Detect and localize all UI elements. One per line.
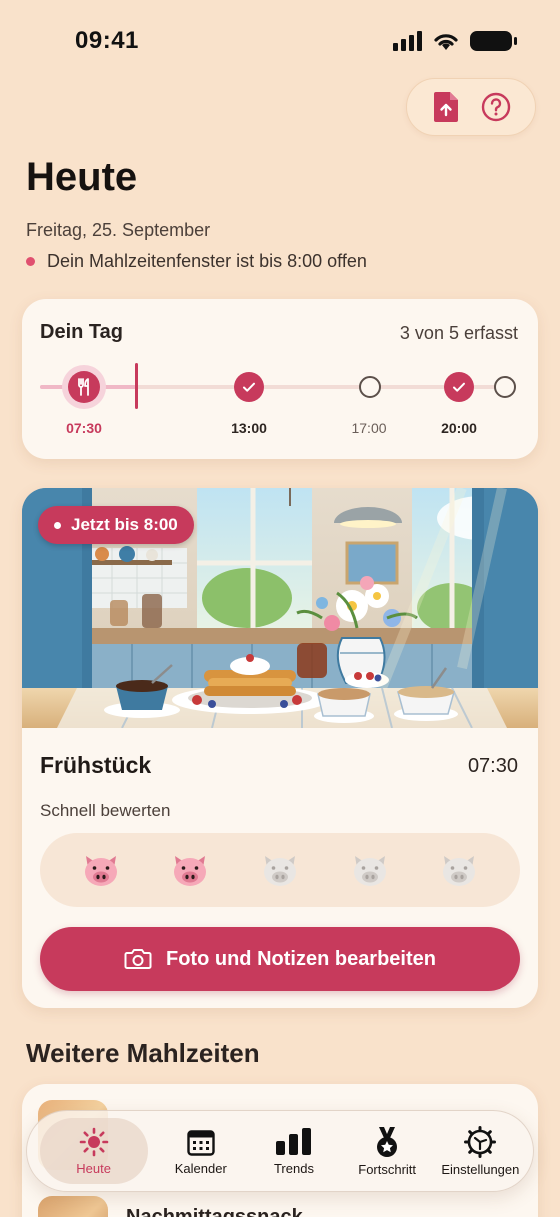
status-bar: 09:41 — [0, 0, 560, 80]
rating-pig-3[interactable] — [260, 850, 300, 890]
rating-selector — [40, 833, 520, 907]
cellular-signal-icon — [393, 31, 422, 51]
timeline-time-label: 17:00 — [351, 420, 387, 436]
help-button[interactable] — [479, 90, 513, 124]
rating-pig-1[interactable] — [81, 850, 121, 890]
tab-today[interactable]: Heute — [39, 1118, 148, 1184]
tab-label: Heute — [76, 1160, 111, 1176]
rating-pig-4[interactable] — [350, 850, 390, 890]
timeline-time-label: 07:30 — [66, 420, 102, 436]
battery-icon — [470, 31, 517, 51]
tab-label: Fortschritt — [358, 1161, 417, 1177]
pig-empty-icon — [353, 856, 386, 886]
date-label: Freitag, 25. September — [26, 220, 211, 240]
pig-filled-icon — [84, 856, 117, 886]
more-meals-title: Weitere Mahlzeiten — [26, 1038, 260, 1068]
timeline-time-label: 20:00 — [441, 420, 477, 436]
tab-trends[interactable]: Trends — [254, 1118, 334, 1184]
timeline-node-snack[interactable] — [359, 376, 381, 398]
tab-progress[interactable]: Fortschritt — [347, 1118, 427, 1184]
tab-label: Trends — [273, 1160, 314, 1176]
quick-rate-label: Schnell bewerten — [40, 801, 171, 820]
wifi-icon — [434, 34, 458, 50]
export-document-button[interactable] — [429, 90, 463, 124]
edit-photo-notes-button[interactable]: Foto und Notizen bearbeiten — [40, 927, 520, 991]
timeline-node-dinner[interactable] — [444, 372, 474, 402]
timeline-node-breakfast[interactable] — [62, 365, 106, 409]
meal-thumbnail[interactable] — [38, 1196, 108, 1217]
bar-chart-icon — [275, 1127, 311, 1155]
status-time: 09:41 — [75, 27, 139, 54]
active-now-text: Jetzt bis 8:00 — [71, 515, 178, 534]
status-dot — [26, 257, 35, 266]
badge-dot — [54, 521, 61, 529]
medal-icon — [377, 1126, 398, 1157]
tab-bar: Heute Kalender Trends Fortschritt Einste… — [26, 1110, 534, 1192]
checkmark-icon — [453, 382, 465, 392]
fork-knife-icon — [78, 378, 89, 396]
question-circle-icon — [481, 92, 511, 122]
page-title: Heute — [26, 155, 138, 199]
checkmark-icon — [243, 382, 255, 392]
tab-label: Kalender — [174, 1160, 227, 1176]
current-time-marker — [135, 363, 138, 409]
tab-label: Einstellungen — [441, 1161, 520, 1177]
pig-empty-icon — [263, 856, 296, 886]
day-card-title: Dein Tag — [40, 321, 123, 343]
tab-calendar[interactable]: Kalender — [161, 1118, 241, 1184]
timeline-node-extra[interactable] — [494, 376, 516, 398]
sun-icon — [79, 1127, 108, 1156]
tab-settings[interactable]: Einstellungen — [440, 1118, 520, 1184]
calendar-icon — [187, 1129, 215, 1156]
top-actions — [406, 78, 536, 136]
pig-filled-icon — [174, 856, 207, 886]
meal-window-text: Dein Mahlzeitenfenster ist bis 8:00 offe… — [47, 251, 367, 271]
active-now-badge: Jetzt bis 8:00 — [38, 506, 194, 544]
timeline-node-lunch[interactable] — [234, 372, 264, 402]
meal-list-item-name[interactable]: Nachmittagssnack — [126, 1206, 303, 1217]
gear-icon — [464, 1125, 497, 1158]
logged-count: 3 von 5 erfasst — [399, 323, 518, 343]
meal-window-status: Dein Mahlzeitenfenster ist bis 8:00 offe… — [26, 251, 367, 272]
pig-empty-icon — [443, 856, 476, 886]
rating-pig-5[interactable] — [439, 850, 479, 890]
edit-photo-notes-label: Foto und Notizen bearbeiten — [166, 947, 436, 970]
day-summary-card: Dein Tag 3 von 5 erfasst 07:30 13:00 17:… — [22, 299, 538, 459]
meal-name: Frühstück — [40, 752, 152, 778]
rating-pig-2[interactable] — [170, 850, 210, 890]
status-icons — [393, 30, 517, 52]
timeline-time-label: 13:00 — [231, 420, 267, 436]
meal-time: 07:30 — [467, 755, 518, 777]
current-meal-card[interactable]: Jetzt bis 8:00 Frühstück 07:30 Schnell b… — [22, 488, 538, 1008]
camera-icon — [124, 949, 152, 969]
document-upload-icon — [434, 92, 458, 122]
